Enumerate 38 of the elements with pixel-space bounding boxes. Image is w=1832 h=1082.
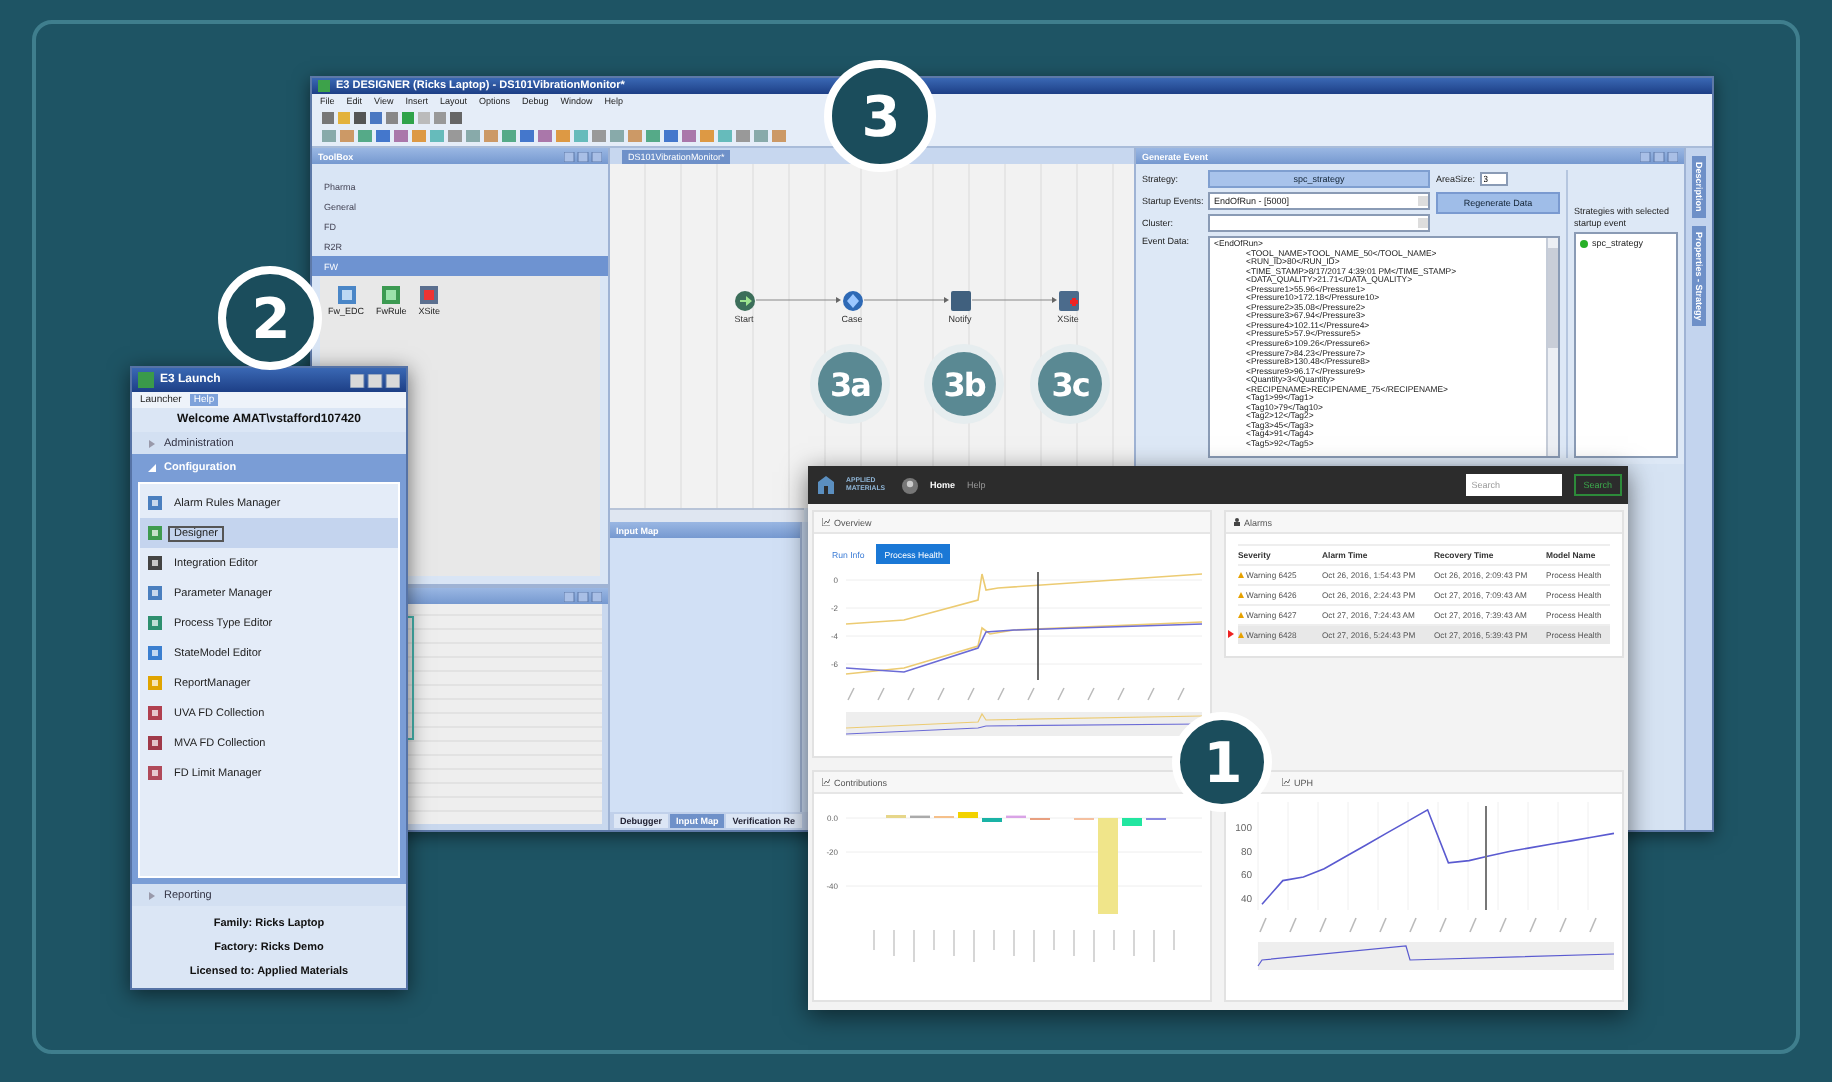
person-icon	[1234, 518, 1240, 526]
tool-icon	[148, 496, 162, 510]
app-icon	[138, 372, 154, 388]
tool-icon	[148, 526, 162, 540]
workflow-node-icon[interactable]	[949, 290, 971, 312]
connector-arrow	[971, 297, 1057, 303]
tool-icon	[148, 706, 162, 720]
tool-icon	[148, 556, 162, 570]
avatar-icon[interactable]	[902, 477, 918, 493]
warning-icon	[1238, 572, 1244, 578]
chart-icon	[1282, 778, 1290, 786]
callout-badge: 2	[218, 266, 322, 370]
chart-icon	[822, 778, 830, 786]
cluster-dropdown[interactable]	[1208, 214, 1430, 232]
tool-icon	[148, 646, 162, 660]
tool-icon	[148, 676, 162, 690]
workflow-node-icon[interactable]	[841, 290, 863, 312]
tool-icon	[148, 616, 162, 630]
status-dot-icon	[1580, 239, 1588, 247]
tool-icon	[148, 586, 162, 600]
warning-icon	[1238, 592, 1244, 598]
contribution-bar	[1122, 818, 1142, 826]
connector-arrow	[863, 297, 949, 303]
chart-icon	[822, 518, 830, 526]
tool-icon	[148, 766, 162, 780]
logo-icon	[818, 476, 834, 494]
window-controls-icon[interactable]	[350, 373, 400, 387]
app-icon	[318, 80, 330, 92]
tool-icon[interactable]	[337, 286, 355, 304]
warning-icon	[1238, 612, 1244, 618]
tool-icon	[148, 736, 162, 750]
contribution-bar	[958, 812, 978, 818]
contribution-bar	[1098, 818, 1118, 914]
workflow-node-icon[interactable]	[733, 290, 755, 312]
pointer-icon	[1228, 630, 1234, 638]
warning-icon	[1238, 632, 1244, 638]
workflow-node-icon[interactable]	[1057, 290, 1079, 312]
connector-arrow	[755, 297, 841, 303]
